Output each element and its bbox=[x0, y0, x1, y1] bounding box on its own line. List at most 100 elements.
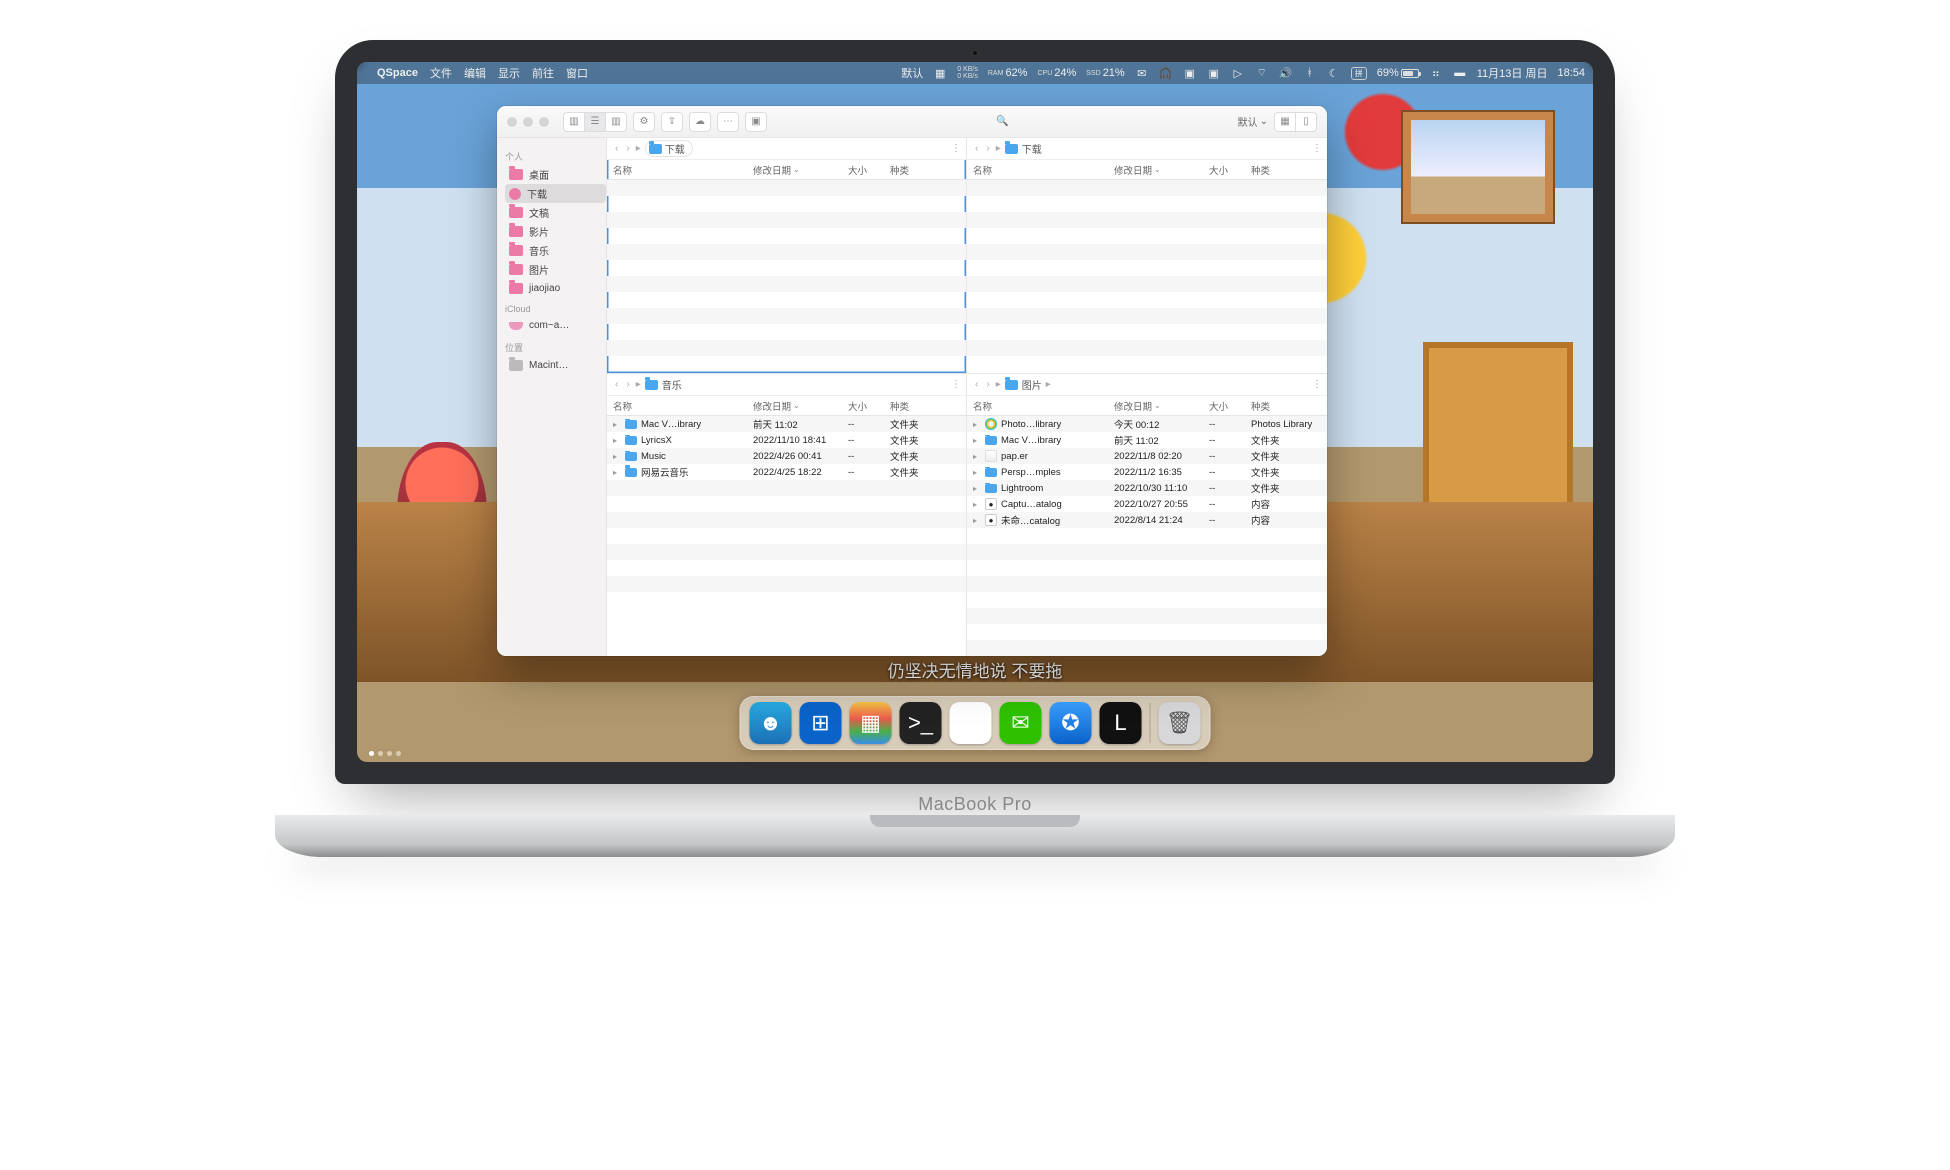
pane-tr[interactable]: ‹›▸下载⋮名称修改日期 ⌄大小种类 bbox=[967, 138, 1327, 374]
col-kind[interactable]: 种类 bbox=[890, 399, 960, 413]
ssd-stat[interactable]: SSD21% bbox=[1086, 67, 1124, 79]
menubar-date[interactable]: 11月13日 周日 bbox=[1477, 65, 1548, 81]
col-name[interactable]: 名称 bbox=[613, 399, 753, 413]
wechat-icon[interactable]: ✉ bbox=[1135, 66, 1149, 80]
disclosure-triangle[interactable]: ▸ bbox=[973, 436, 981, 445]
tag-button[interactable]: ☁ bbox=[689, 112, 711, 132]
battery-status[interactable]: 69% bbox=[1377, 67, 1419, 79]
volume-icon[interactable]: 🔊 bbox=[1279, 66, 1293, 80]
disclosure-triangle[interactable]: ▸ bbox=[973, 516, 981, 525]
disclosure-triangle[interactable]: ▸ bbox=[613, 420, 621, 429]
pane-tl[interactable]: ‹›▸下载⋮名称修改日期 ⌄大小种类 bbox=[607, 138, 967, 374]
nav-back-button[interactable]: ‹ bbox=[613, 143, 620, 154]
disclosure-triangle[interactable]: ▸ bbox=[973, 500, 981, 509]
pane-bl[interactable]: ‹›▸音乐⋮名称修改日期 ⌄大小种类▸Mac V…ibrary前天 11:02-… bbox=[607, 374, 967, 656]
menu-window[interactable]: 窗口 bbox=[566, 65, 588, 81]
layout-dual-button[interactable]: ▯ bbox=[1295, 112, 1317, 132]
control-center-icon[interactable]: ⠶ bbox=[1429, 66, 1443, 80]
disclosure-triangle[interactable]: ▸ bbox=[973, 452, 981, 461]
spaces-indicator[interactable] bbox=[369, 751, 401, 756]
app-l-icon[interactable]: ▣ bbox=[1183, 66, 1197, 80]
table-row[interactable]: ▸Lightroom2022/10/30 11:10--文件夹 bbox=[967, 480, 1327, 496]
disclosure-triangle[interactable]: ▸ bbox=[613, 452, 621, 461]
menu-go[interactable]: 前往 bbox=[532, 65, 554, 81]
pane-menu-button[interactable]: ⋮ bbox=[1312, 143, 1321, 154]
disclosure-triangle[interactable]: ▸ bbox=[613, 468, 621, 477]
sidebar-item-jiaojiao[interactable]: jiaojiao bbox=[505, 279, 606, 298]
table-row[interactable]: ▸Photo…library今天 00:12--Photos Library bbox=[967, 416, 1327, 432]
view-list-button[interactable]: ☰ bbox=[584, 112, 606, 132]
dnd-icon[interactable]: ☾ bbox=[1327, 66, 1341, 80]
minimize-button[interactable] bbox=[523, 117, 533, 127]
disclosure-triangle[interactable]: ▸ bbox=[973, 484, 981, 493]
col-date[interactable]: 修改日期 ⌄ bbox=[753, 163, 848, 177]
disclosure-triangle[interactable]: ▸ bbox=[973, 420, 981, 429]
dock-wechat[interactable]: ✉ bbox=[1000, 702, 1042, 744]
sidebar-item-桌面[interactable]: 桌面 bbox=[505, 165, 606, 184]
col-name[interactable]: 名称 bbox=[973, 163, 1114, 177]
col-size[interactable]: 大小 bbox=[848, 163, 890, 177]
dock-safari[interactable]: ✪ bbox=[1050, 702, 1092, 744]
headphones-icon[interactable]: 🎧 bbox=[1159, 66, 1173, 80]
breadcrumb-current[interactable]: 下载 bbox=[645, 140, 693, 157]
action-button[interactable]: ⋯ bbox=[717, 112, 739, 132]
pane-br[interactable]: ‹›▸图片 ▸⋮名称修改日期 ⌄大小种类▸Photo…library今天 00:… bbox=[967, 374, 1327, 656]
col-size[interactable]: 大小 bbox=[1209, 163, 1251, 177]
sidebar-item-音乐[interactable]: 音乐 bbox=[505, 241, 606, 260]
app-name-menu[interactable]: QSpace bbox=[377, 67, 418, 79]
table-row[interactable]: ▸●Captu…atalog2022/10/27 20:55--内容 bbox=[967, 496, 1327, 512]
pane-menu-button[interactable]: ⋮ bbox=[1312, 379, 1321, 390]
dock-launchpad[interactable]: ▦ bbox=[850, 702, 892, 744]
table-row[interactable]: ▸Mac V…ibrary前天 11:02--文件夹 bbox=[967, 432, 1327, 448]
nav-back-button[interactable]: ‹ bbox=[973, 379, 980, 390]
view-icons-button[interactable]: ▥ bbox=[563, 112, 585, 132]
table-row[interactable]: ▸Music2022/4/26 00:41--文件夹 bbox=[607, 448, 966, 464]
view-mode-select[interactable]: 默认 ⌄ bbox=[1238, 114, 1268, 129]
screen-button[interactable]: ▣ bbox=[745, 112, 767, 132]
menu-view[interactable]: 显示 bbox=[498, 65, 520, 81]
breadcrumb-current[interactable]: 音乐 bbox=[662, 377, 682, 392]
menu-file[interactable]: 文件 bbox=[430, 65, 452, 81]
dock-finder[interactable]: ☻ bbox=[750, 702, 792, 744]
sidebar-item-文稿[interactable]: 文稿 bbox=[505, 203, 606, 222]
share-button[interactable]: ⇪ bbox=[661, 112, 683, 132]
status-default[interactable]: 默认 bbox=[901, 65, 923, 81]
table-row[interactable]: ▸网易云音乐2022/4/25 18:22--文件夹 bbox=[607, 464, 966, 480]
dock-terminal[interactable]: >_ bbox=[900, 702, 942, 744]
close-button[interactable] bbox=[507, 117, 517, 127]
view-columns-button[interactable]: ▥ bbox=[605, 112, 627, 132]
col-date[interactable]: 修改日期 ⌄ bbox=[1114, 163, 1209, 177]
col-size[interactable]: 大小 bbox=[848, 399, 890, 413]
search-field[interactable]: 🔍 bbox=[996, 116, 1008, 127]
nav-back-button[interactable]: ‹ bbox=[613, 379, 620, 390]
table-row[interactable]: ▸●未命…catalog2022/8/14 21:24--内容 bbox=[967, 512, 1327, 528]
dock-chrome[interactable]: ◉ bbox=[950, 702, 992, 744]
table-row[interactable]: ▸Persp…mples2022/11/2 16:35--文件夹 bbox=[967, 464, 1327, 480]
dock-trash[interactable]: 🗑 bbox=[1159, 702, 1201, 744]
col-date[interactable]: 修改日期 ⌄ bbox=[1114, 399, 1209, 413]
table-row[interactable]: ▸pap.er2022/11/8 02:20--文件夹 bbox=[967, 448, 1327, 464]
bluetooth-icon[interactable]: ᚼ bbox=[1303, 66, 1317, 80]
settings-gear-button[interactable]: ⚙ bbox=[633, 112, 655, 132]
wifi-icon[interactable]: ⌔ bbox=[1255, 66, 1269, 80]
nav-forward-button[interactable]: › bbox=[624, 143, 631, 154]
col-name[interactable]: 名称 bbox=[973, 399, 1114, 413]
flag-icon[interactable]: ▬ bbox=[1453, 66, 1467, 80]
dock-windows[interactable]: ⊞ bbox=[800, 702, 842, 744]
col-kind[interactable]: 种类 bbox=[1251, 399, 1321, 413]
sidebar-item-图片[interactable]: 图片 bbox=[505, 260, 606, 279]
nav-forward-button[interactable]: › bbox=[984, 143, 991, 154]
breadcrumb-current[interactable]: 下载 bbox=[1022, 141, 1042, 156]
play-icon[interactable]: ▷ bbox=[1231, 66, 1245, 80]
nav-back-button[interactable]: ‹ bbox=[973, 143, 980, 154]
col-size[interactable]: 大小 bbox=[1209, 399, 1251, 413]
col-name[interactable]: 名称 bbox=[613, 163, 753, 177]
sidebar-item-com~a…[interactable]: com~a… bbox=[505, 316, 606, 335]
col-kind[interactable]: 种类 bbox=[890, 163, 960, 177]
cpu-stat[interactable]: CPU24% bbox=[1037, 67, 1076, 79]
col-date[interactable]: 修改日期 ⌄ bbox=[753, 399, 848, 413]
disclosure-triangle[interactable]: ▸ bbox=[613, 436, 621, 445]
sidebar-item-下载[interactable]: 下载 bbox=[505, 184, 606, 203]
pane-menu-button[interactable]: ⋮ bbox=[951, 143, 960, 154]
nav-forward-button[interactable]: › bbox=[984, 379, 991, 390]
